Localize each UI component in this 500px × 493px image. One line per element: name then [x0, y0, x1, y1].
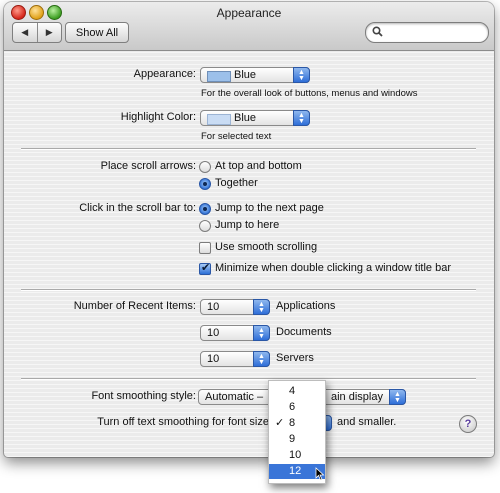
question-mark-icon: ? [464, 418, 472, 430]
radio-jump-next-page[interactable] [199, 203, 211, 215]
recent-servers-value: 10 [207, 353, 220, 365]
divider [21, 378, 476, 380]
radio-jump-to-here[interactable] [199, 220, 211, 232]
text-smoothing-suffix: and smaller. [337, 416, 397, 428]
appearance-value: Blue [234, 69, 257, 81]
font-smoothing-value-right: ain display [331, 391, 383, 403]
recent-documents-popup[interactable]: 10 ▲ ▼ [200, 325, 270, 341]
menu-item-12[interactable]: 12 [269, 464, 325, 481]
popup-arrows-icon: ▲▼ [389, 389, 406, 405]
menu-item-label: 8 [289, 417, 296, 429]
menu-item-9[interactable]: 9 [269, 432, 325, 447]
smooth-scrolling-checkbox[interactable] [199, 242, 211, 254]
show-all-button[interactable]: Show All [65, 22, 129, 43]
text-smoothing-label: Turn off text smoothing for font size [97, 416, 269, 428]
menu-item-label: 10 [289, 449, 302, 461]
minimize-double-click-label: Minimize when double clicking a window t… [215, 262, 452, 274]
popup-arrows-icon: ▲▼ [253, 299, 270, 315]
preferences-window: Appearance ◀ ▶ Show All Appearance: Blue… [4, 2, 494, 457]
highlight-value: Blue [234, 112, 257, 124]
help-button[interactable]: ? [459, 415, 477, 433]
radio-label-jump-to-here: Jump to here [215, 219, 280, 231]
appearance-swatch [207, 71, 231, 82]
recent-servers-label: Servers [276, 352, 314, 364]
menu-item-8[interactable]: ✓ 8 [269, 416, 325, 431]
divider [21, 289, 476, 291]
smooth-scrolling-label: Use smooth scrolling [215, 241, 318, 253]
recent-applications-value: 10 [207, 301, 220, 313]
search-input[interactable] [365, 22, 489, 43]
highlight-popup[interactable]: Blue ▲ ▼ [200, 110, 310, 126]
title-bar: Appearance ◀ ▶ Show All [4, 2, 494, 51]
scroll-arrows-label: Place scroll arrows: [100, 160, 196, 172]
popup-arrows-icon: ▲▼ [253, 351, 270, 367]
back-forward-control: ◀ ▶ [12, 22, 62, 43]
highlight-label: Highlight Color: [120, 111, 196, 123]
menu-item-label: 4 [289, 385, 296, 397]
search-icon [372, 26, 383, 37]
font-smoothing-value-left: Automatic – [205, 391, 264, 403]
checkmark-icon: ✓ [275, 417, 285, 429]
recent-documents-value: 10 [207, 327, 220, 339]
minimize-double-click-checkbox[interactable] [199, 261, 211, 275]
menu-item-6[interactable]: 6 [269, 400, 325, 415]
radio-together[interactable] [199, 178, 211, 190]
recent-applications-label: Applications [276, 300, 336, 312]
radio-at-top-and-bottom[interactable] [199, 161, 211, 173]
window-title: Appearance [216, 6, 282, 20]
menu-item-10[interactable]: 10 [269, 448, 325, 463]
font-size-menu: 4 6 ✓ 8 9 10 12 [268, 380, 326, 484]
appearance-label: Appearance: [133, 68, 196, 80]
radio-label-jump-next-page: Jump to the next page [215, 202, 324, 214]
menu-item-label: 9 [289, 433, 296, 445]
highlight-swatch [207, 114, 231, 125]
font-smoothing-label: Font smoothing style: [91, 390, 196, 402]
mouse-pointer-icon [315, 467, 325, 481]
menu-item-4[interactable]: 4 [269, 384, 325, 399]
highlight-description: For selected text [201, 131, 272, 142]
appearance-popup[interactable]: Blue ▲ ▼ [200, 67, 310, 83]
recent-applications-popup[interactable]: 10 ▲ ▼ [200, 299, 270, 315]
popup-arrows-icon: ▲▼ [293, 110, 310, 126]
forward-arrow-icon[interactable]: ▶ [38, 23, 62, 42]
radio-label-together: Together [215, 177, 258, 189]
radio-label-at-top-and-bottom: At top and bottom [215, 160, 302, 172]
divider [21, 148, 476, 150]
back-arrow-icon[interactable]: ◀ [13, 23, 38, 42]
recent-items-label: Number of Recent Items: [73, 300, 196, 312]
appearance-description: For the overall look of buttons, menus a… [201, 88, 418, 99]
popup-arrows-icon: ▲▼ [253, 325, 270, 341]
recent-documents-label: Documents [276, 326, 332, 338]
scroll-bar-click-label: Click in the scroll bar to: [79, 202, 196, 214]
popup-arrows-icon: ▲▼ [293, 67, 310, 83]
menu-item-label: 12 [289, 465, 302, 477]
recent-servers-popup[interactable]: 10 ▲ ▼ [200, 351, 270, 367]
menu-item-label: 6 [289, 401, 296, 413]
